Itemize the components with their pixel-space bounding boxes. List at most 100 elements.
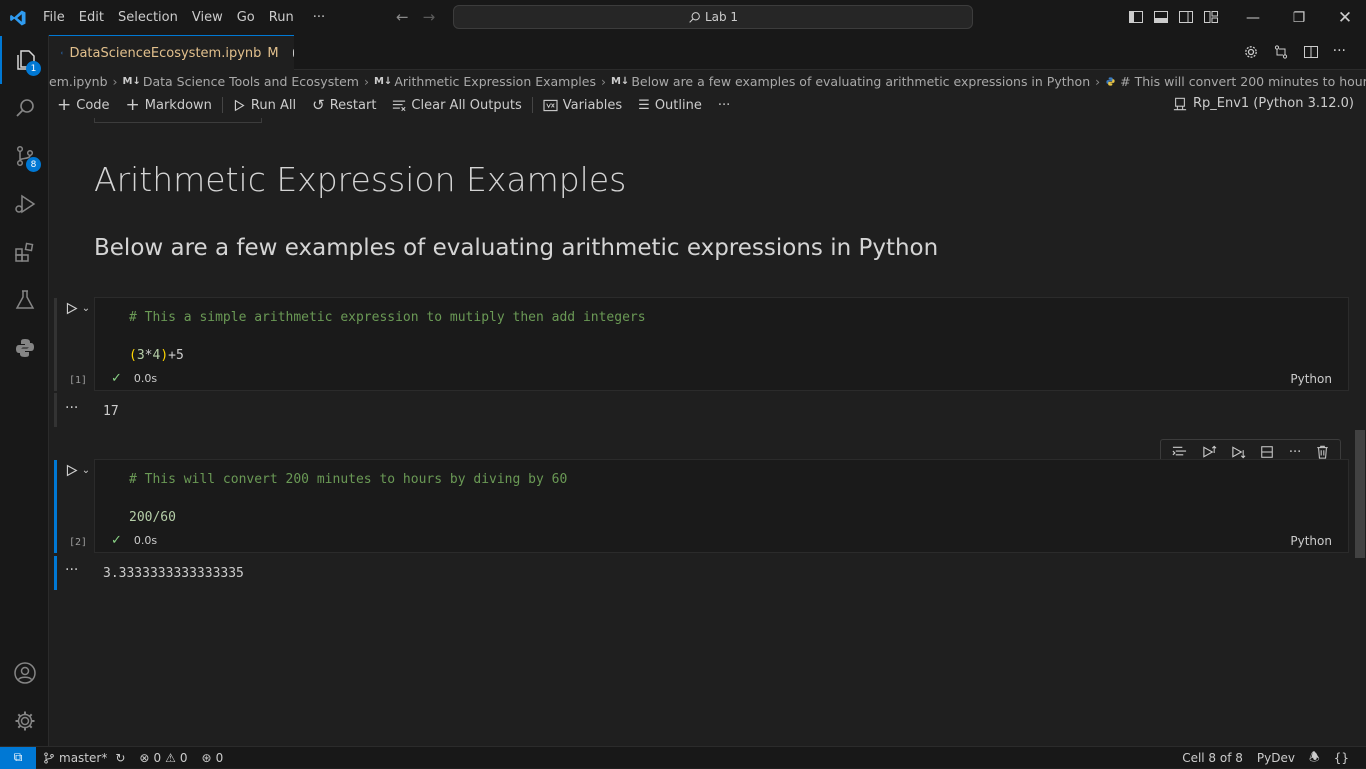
code-cell[interactable]: # This a simple arithmetic expression to… bbox=[94, 297, 1349, 391]
breadcrumb-label: # This will convert 200 minutes to hours… bbox=[1120, 73, 1366, 89]
toggle-panel-icon[interactable] bbox=[1153, 9, 1169, 25]
notebook-toolbar: + Code + Markdown Run All ↺ Restart Clear … bbox=[49, 92, 1366, 118]
outline-button[interactable]: ☰ Outline bbox=[630, 98, 710, 113]
run-by-line-icon[interactable] bbox=[1172, 445, 1187, 459]
pydev-status[interactable]: PyDev bbox=[1250, 751, 1302, 765]
markdown-icon: M↓ bbox=[610, 75, 630, 87]
more-actions-icon[interactable]: ··· bbox=[1333, 44, 1346, 60]
split-cell-icon[interactable] bbox=[1260, 445, 1274, 459]
variables-button[interactable]: Variables bbox=[535, 98, 630, 113]
menu-more[interactable]: ··· bbox=[301, 10, 332, 25]
ports-status[interactable]: ⊛ 0 bbox=[195, 751, 231, 765]
settings-activity[interactable] bbox=[0, 697, 49, 745]
accounts-activity[interactable] bbox=[0, 649, 49, 697]
chevron-right-icon: › bbox=[112, 73, 118, 89]
back-arrow-icon[interactable]: ← bbox=[396, 8, 409, 26]
warning-count: 0 bbox=[179, 750, 188, 765]
forward-arrow-icon[interactable]: → bbox=[423, 8, 436, 26]
activity-bar: 1 8 bbox=[0, 35, 49, 746]
breadcrumb-item[interactable]: M↓ Data Science Tools and Ecosystem bbox=[123, 74, 359, 89]
add-markdown-cell-button[interactable]: + Markdown bbox=[118, 95, 220, 115]
toolbar-more-button[interactable]: ··· bbox=[710, 98, 738, 113]
menu-edit[interactable]: Edit bbox=[72, 10, 111, 25]
sync-icon[interactable]: ↻ bbox=[115, 751, 125, 765]
extensions-activity[interactable] bbox=[0, 228, 49, 276]
git-branch-icon bbox=[44, 751, 54, 764]
run-debug-activity[interactable] bbox=[0, 180, 49, 228]
run-all-label: Run All bbox=[250, 97, 297, 113]
kernel-label: Rp_Env1 (Python 3.12.0) bbox=[1192, 96, 1354, 111]
customize-layout-icon[interactable] bbox=[1203, 9, 1219, 25]
command-center-search[interactable]: Lab 1 bbox=[453, 5, 973, 29]
execution-count: [1] bbox=[69, 375, 88, 386]
ports-antenna-icon: ⊛ bbox=[201, 750, 212, 765]
menu-file[interactable]: File bbox=[36, 10, 72, 25]
remote-indicator-icon[interactable]: ⧉ bbox=[0, 746, 36, 769]
add-code-label: Code bbox=[76, 97, 110, 113]
restore-window-icon[interactable]: ❐ bbox=[1276, 0, 1322, 35]
cell-output: 17 bbox=[103, 404, 119, 419]
plus-icon: + bbox=[57, 95, 72, 115]
title-bar: File Edit Selection View Go Run ··· ← → … bbox=[0, 0, 1366, 35]
run-options-chevron-icon[interactable]: ⌄ bbox=[77, 460, 95, 480]
problems-status[interactable]: ⊗ 0 ⚠ 0 bbox=[132, 751, 194, 765]
menu-view[interactable]: View bbox=[185, 10, 230, 25]
unsaved-dot-icon[interactable] bbox=[292, 49, 294, 57]
branch-status[interactable]: master* ↻ bbox=[36, 751, 132, 765]
testing-activity[interactable] bbox=[0, 276, 49, 324]
tab-modified-indicator: M bbox=[267, 45, 279, 61]
clear-all-icon bbox=[393, 100, 406, 111]
add-code-cell-button[interactable]: + Code bbox=[49, 95, 118, 115]
menu-run[interactable]: Run bbox=[262, 10, 301, 25]
code-cell[interactable]: # This will convert 200 minutes to hours… bbox=[94, 459, 1349, 553]
run-options-chevron-icon[interactable]: ⌄ bbox=[77, 298, 95, 318]
cell-status: ✓ 0.0s bbox=[111, 533, 157, 548]
kernel-picker[interactable]: Rp_Env1 (Python 3.12.0) bbox=[1173, 96, 1354, 111]
menu-selection[interactable]: Selection bbox=[111, 10, 185, 25]
output-more-icon[interactable]: ··· bbox=[65, 562, 78, 578]
error-icon: ⊗ bbox=[139, 750, 150, 765]
cell-language[interactable]: Python bbox=[1290, 372, 1332, 386]
breadcrumb: em.ipynb › M↓ Data Science Tools and Ecos… bbox=[49, 70, 1366, 92]
breadcrumb-item[interactable]: M↓ Arithmetic Expression Examples bbox=[374, 74, 596, 89]
toggle-secondary-sidebar-icon[interactable] bbox=[1178, 9, 1194, 25]
restart-button[interactable]: ↺ Restart bbox=[304, 96, 384, 114]
cell-more-icon[interactable]: ··· bbox=[1289, 445, 1301, 460]
breadcrumb-item[interactable]: # This will convert 200 minutes to hours… bbox=[1105, 74, 1366, 89]
search-icon bbox=[15, 99, 34, 117]
split-editor-icon[interactable] bbox=[1303, 44, 1319, 60]
execute-below-icon[interactable] bbox=[1231, 445, 1246, 459]
clear-all-outputs-button[interactable]: Clear All Outputs bbox=[384, 98, 529, 113]
status-bar: ⧉ master* ↻ ⊗ 0 ⚠ 0 ⊛ 0 Cell 8 of 8 PyDe… bbox=[0, 746, 1366, 769]
code-line-comment: # This will convert 200 minutes to hours… bbox=[129, 472, 567, 487]
tab-notebook[interactable]: DataScienceEcosystem.ipynb M bbox=[49, 35, 294, 70]
close-window-icon[interactable]: ✕ bbox=[1322, 0, 1366, 35]
menu-go[interactable]: Go bbox=[230, 10, 262, 25]
editor-scrollbar[interactable] bbox=[1355, 430, 1365, 558]
menu-bar: File Edit Selection View Go Run ··· bbox=[36, 10, 332, 25]
restart-label: Restart bbox=[329, 97, 377, 113]
minimize-window-icon[interactable]: — bbox=[1230, 0, 1276, 35]
open-changes-icon[interactable] bbox=[1273, 44, 1289, 60]
play-icon bbox=[66, 302, 78, 314]
explorer-activity[interactable]: 1 bbox=[0, 36, 49, 84]
toggle-primary-sidebar-icon[interactable] bbox=[1128, 9, 1144, 25]
notebook-file-icon bbox=[61, 51, 64, 55]
gear-icon[interactable] bbox=[1243, 44, 1259, 60]
kernel-icon bbox=[1173, 97, 1187, 110]
play-icon bbox=[66, 464, 78, 476]
copilot-braces-icon[interactable]: {} bbox=[1327, 751, 1356, 765]
cell-position[interactable]: Cell 8 of 8 bbox=[1175, 751, 1250, 765]
python-activity[interactable] bbox=[0, 324, 49, 372]
run-all-button[interactable]: Run All bbox=[225, 98, 304, 113]
delete-trash-icon[interactable] bbox=[1316, 445, 1329, 459]
output-more-icon[interactable]: ··· bbox=[65, 400, 78, 416]
notifications-bell-icon[interactable]: 🕭 bbox=[1302, 748, 1327, 769]
cell-language[interactable]: Python bbox=[1290, 534, 1332, 548]
execute-above-icon[interactable] bbox=[1202, 445, 1217, 459]
search-icon bbox=[689, 11, 700, 23]
source-control-activity[interactable]: 8 bbox=[0, 132, 49, 180]
breadcrumb-file[interactable]: em.ipynb bbox=[49, 74, 108, 89]
search-activity[interactable] bbox=[0, 84, 49, 132]
breadcrumb-item[interactable]: M↓ Below are a few examples of evaluating… bbox=[611, 74, 1090, 89]
